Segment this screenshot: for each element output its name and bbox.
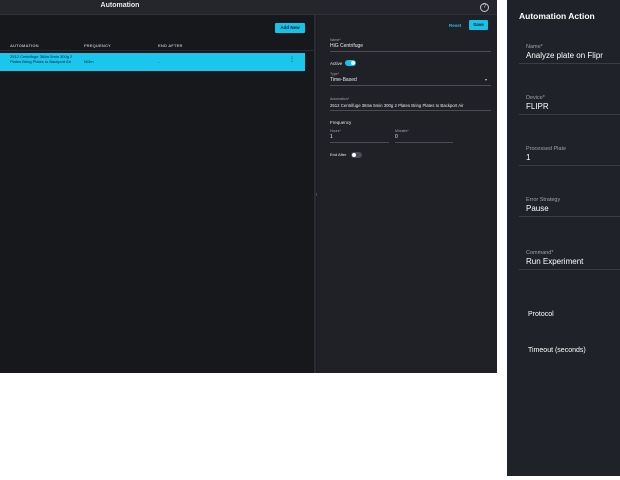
column-header-end-after[interactable]: END AFTER	[158, 43, 183, 48]
field-label: Processed Plate	[526, 146, 567, 152]
name-field[interactable]: Name* HiG Centrifuge	[330, 38, 491, 52]
field-label: Device*	[526, 95, 545, 101]
app-header: Automation ?	[0, 0, 497, 15]
frequency-label: Frequency	[330, 120, 352, 125]
chevron-down-icon: ▾	[485, 77, 488, 82]
name-label: Name*	[330, 38, 341, 42]
end-after-toggle[interactable]	[351, 152, 362, 158]
type-value: Time-Based	[330, 77, 357, 83]
timeout-label[interactable]: Timeout (seconds)	[528, 347, 586, 354]
field-label: Name*	[526, 44, 543, 50]
automation-action-panel: Automation Action Name* Analyze plate on…	[507, 0, 620, 476]
hours-field[interactable]: Hours* 1	[330, 129, 389, 143]
screen: Automation ? Add New AUTOMATION FREQUENC…	[0, 0, 620, 480]
kebab-menu-icon[interactable]: ⋮	[289, 57, 295, 67]
field-value: Pause	[526, 204, 549, 213]
active-label: Active	[330, 61, 343, 66]
hours-label: Hours*	[330, 129, 341, 133]
save-button[interactable]: Save	[469, 20, 488, 30]
automation-value: 2512 Centrifuge 384w 5min 300g 2 Plates …	[330, 103, 464, 108]
column-header-automation[interactable]: AUTOMATION	[10, 43, 39, 48]
hours-value: 1	[330, 134, 333, 140]
minutes-label: Minutes*	[395, 129, 409, 133]
field-value: Analyze plate on Flipr	[526, 51, 603, 60]
minutes-value: 0	[395, 134, 398, 140]
minutes-field[interactable]: Minutes* 0	[395, 129, 453, 143]
device-field[interactable]: Device* FLIPR	[519, 95, 620, 115]
toggle-knob	[352, 153, 356, 157]
type-label: Type*	[330, 72, 339, 76]
table-header: AUTOMATION FREQUENCY END AFTER	[0, 39, 314, 51]
active-toggle[interactable]	[345, 60, 356, 66]
automation-window: Automation ? Add New AUTOMATION FREQUENC…	[0, 0, 497, 373]
add-new-button[interactable]: Add New	[275, 23, 305, 33]
field-label: Error Strategy	[526, 197, 561, 203]
panel-title: Automation Action	[519, 11, 595, 21]
table-row[interactable]: 2512 Centrifuge 384w 5min 300g 2 Plates …	[0, 53, 305, 71]
toggle-knob	[351, 61, 355, 65]
field-value: FLIPR	[526, 102, 549, 111]
command-field[interactable]: Command* Run Experiment	[519, 250, 620, 270]
automation-select[interactable]: Automation* 2512 Centrifuge 384w 5min 30…	[330, 97, 491, 111]
error-strategy-field[interactable]: Error Strategy Pause	[519, 197, 620, 217]
cell-frequency: N/3m	[84, 59, 94, 64]
field-value: 1	[526, 153, 531, 162]
field-label: Command*	[526, 250, 554, 256]
cell-automation: 2512 Centrifuge 384w 5min 300g 2 Plates …	[10, 54, 73, 64]
action-name-field[interactable]: Name* Analyze plate on Flipr	[519, 44, 620, 64]
automation-form: Reset Save Name* HiG Centrifuge Active T…	[317, 15, 497, 373]
help-icon[interactable]: ?	[480, 3, 489, 12]
protocol-label[interactable]: Protocol	[528, 311, 554, 318]
type-select[interactable]: Type* Time-Based ▾	[330, 72, 491, 86]
reset-button[interactable]: Reset	[449, 23, 461, 28]
cell-end-after: -	[158, 59, 160, 64]
automation-label: Automation*	[330, 97, 350, 101]
name-value: HiG Centrifuge	[330, 43, 364, 49]
field-value: Run Experiment	[526, 257, 584, 266]
end-after-label: End After	[330, 152, 347, 157]
automation-table-area: Add New AUTOMATION FREQUENCY END AFTER 2…	[0, 15, 314, 373]
processed-plate-field[interactable]: Processed Plate 1	[519, 146, 620, 166]
column-header-frequency[interactable]: FREQUENCY	[84, 43, 111, 48]
page-title: Automation	[100, 2, 140, 9]
